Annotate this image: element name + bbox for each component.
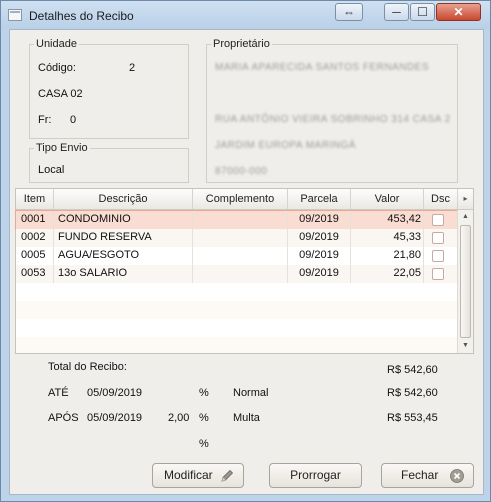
minimize-button[interactable]: ─ — [384, 3, 409, 21]
unit-name: CASA 02 — [38, 88, 83, 100]
dsc-checkbox[interactable] — [432, 268, 444, 280]
tipo-envio-value: Local — [38, 164, 65, 176]
fr-value: 0 — [70, 114, 77, 126]
col-header-dsc[interactable]: Dsc — [424, 189, 458, 209]
empty-row — [16, 283, 457, 301]
table-vertical-scrollbar[interactable]: ▲ ▼ — [457, 210, 473, 353]
cell-valor: 453,42 — [351, 211, 424, 229]
header-scroll-right-icon[interactable]: ▸ — [458, 189, 473, 209]
fechar-button-label: Fechar — [401, 468, 439, 482]
unidade-group: Unidade Código: 2 CASA 02 Fr: 0 — [29, 38, 189, 139]
window-app-icon — [8, 9, 22, 21]
apos-label: APÓS — [48, 412, 79, 424]
cell-complemento — [193, 265, 288, 283]
scroll-down-icon[interactable]: ▼ — [458, 339, 473, 353]
cell-item: 0005 — [21, 247, 54, 265]
scrollbar-thumb[interactable] — [460, 225, 471, 338]
proprietario-group-title: Proprietário — [211, 38, 272, 50]
cell-valor: 22,05 — [351, 265, 424, 283]
cell-parcela: 09/2019 — [288, 211, 351, 229]
scroll-up-icon[interactable]: ▲ — [458, 210, 473, 224]
close-circle-icon — [450, 469, 464, 483]
receipt-items-table[interactable]: Item Descrição Complemento Parcela Valor… — [15, 188, 474, 354]
table-row[interactable]: 0053 13o SALARIO 09/2019 22,05 — [16, 265, 457, 283]
cell-item: 0053 — [21, 265, 54, 283]
tipo-envio-group: Tipo Envio Local — [29, 142, 189, 183]
unidade-group-title: Unidade — [34, 38, 79, 50]
owner-street: RUA ANTÔNIO VIEIRA SOBRINHO 314 CASA 2 — [215, 114, 451, 125]
total-value: R$ 542,60 — [387, 364, 438, 376]
col-header-valor[interactable]: Valor — [351, 189, 424, 209]
extra-percent-sign: % — [199, 438, 209, 450]
cell-parcela: 09/2019 — [288, 247, 351, 265]
apos-date: 05/09/2019 — [87, 412, 143, 424]
snap-restore-button[interactable]: ⇔ — [335, 3, 363, 21]
receipt-panel: Unidade Código: 2 CASA 02 Fr: 0 Tipo Env… — [9, 29, 484, 495]
ate-date: 05/09/2019 — [87, 387, 143, 399]
pencil-icon — [221, 469, 234, 482]
cell-parcela: 09/2019 — [288, 229, 351, 247]
table-row[interactable]: 0001 CONDOMINIO 09/2019 453,42 — [15, 210, 458, 230]
modificar-button-label: Modificar — [164, 468, 213, 482]
cell-item: 0001 — [21, 211, 54, 229]
title-bar[interactable]: Detalhes do Recibo ⇔ ─ ☐ ✕ — [1, 1, 490, 29]
proprietario-group: Proprietário MARIA APARECIDA SANTOS FERN… — [206, 38, 458, 183]
col-header-descricao[interactable]: Descrição — [54, 189, 193, 209]
dsc-checkbox[interactable] — [432, 232, 444, 244]
apos-rate: 2,00 — [168, 412, 190, 424]
apos-percent-sign: % — [199, 412, 209, 424]
table-header: Item Descrição Complemento Parcela Valor… — [16, 189, 473, 210]
cell-descricao: FUNDO RESERVA — [58, 229, 193, 247]
tipo-envio-group-title: Tipo Envio — [34, 142, 90, 154]
dsc-checkbox[interactable] — [432, 250, 444, 262]
window-title: Detalhes do Recibo — [29, 9, 134, 23]
total-label: Total do Recibo: — [48, 361, 127, 373]
ate-percent-sign: % — [199, 387, 209, 399]
dsc-checkbox[interactable] — [432, 214, 444, 226]
cell-descricao: 13o SALARIO — [58, 265, 193, 283]
ate-label: ATÉ — [48, 387, 69, 399]
codigo-label: Código: — [38, 62, 76, 74]
col-header-parcela[interactable]: Parcela — [288, 189, 351, 209]
receipt-details-window: Detalhes do Recibo ⇔ ─ ☐ ✕ Unidade Códig… — [0, 0, 491, 502]
apos-type: Multa — [233, 412, 260, 424]
maximize-button[interactable]: ☐ — [410, 3, 435, 21]
cell-complemento — [193, 229, 288, 247]
owner-postal-code: 87000-000 — [215, 166, 268, 177]
table-row[interactable]: 0005 AGUA/ESGOTO 09/2019 21,80 — [16, 247, 457, 265]
table-row[interactable]: 0002 FUNDO RESERVA 09/2019 45,33 — [16, 229, 457, 247]
col-header-item[interactable]: Item — [16, 189, 54, 209]
owner-name: MARIA APARECIDA SANTOS FERNANDES — [215, 62, 430, 73]
cell-parcela: 09/2019 — [288, 265, 351, 283]
prorrogar-button-label: Prorrogar — [290, 468, 341, 482]
empty-row — [16, 301, 457, 319]
cell-descricao: AGUA/ESGOTO — [58, 247, 193, 265]
fechar-button[interactable]: Fechar — [381, 463, 474, 488]
cell-complemento — [193, 211, 288, 229]
fr-label: Fr: — [38, 114, 52, 126]
cell-complemento — [193, 247, 288, 265]
cell-valor: 21,80 — [351, 247, 424, 265]
cell-descricao: CONDOMINIO — [58, 211, 193, 229]
prorrogar-button[interactable]: Prorrogar — [269, 463, 362, 488]
ate-type: Normal — [233, 387, 269, 399]
empty-row — [16, 319, 457, 337]
codigo-value: 2 — [129, 62, 136, 74]
col-header-complemento[interactable]: Complemento — [193, 189, 288, 209]
apos-value: R$ 553,45 — [387, 412, 438, 424]
cell-valor: 45,33 — [351, 229, 424, 247]
owner-district-city: JARDIM EUROPA MARINGÁ — [215, 140, 356, 151]
close-window-button[interactable]: ✕ — [436, 3, 481, 21]
cell-item: 0002 — [21, 229, 54, 247]
ate-value: R$ 542,60 — [387, 387, 438, 399]
empty-row — [16, 337, 457, 353]
modificar-button[interactable]: Modificar — [152, 463, 244, 488]
